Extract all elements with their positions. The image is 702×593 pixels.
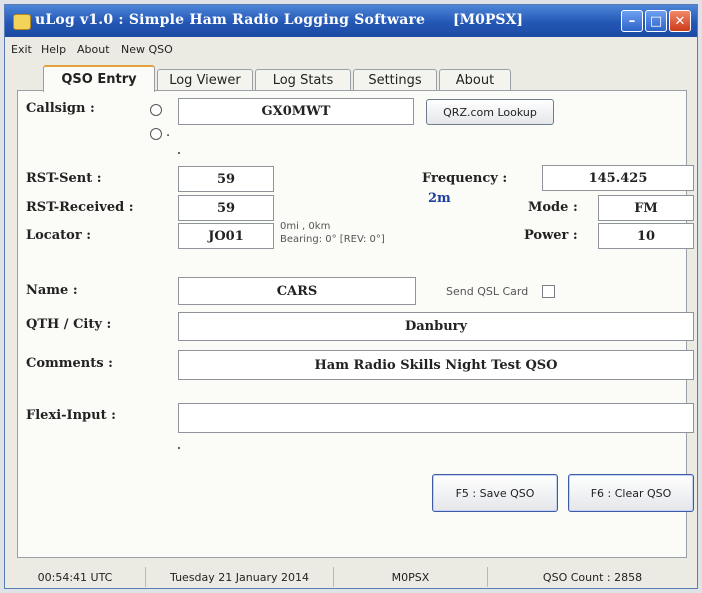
qso-entry-panel: Callsign : GX0MWT QRZ.com Lookup . RST-S…	[17, 90, 694, 558]
band-indicator: 2m	[428, 191, 451, 206]
distance-text: 0mi , 0km	[280, 221, 331, 232]
comments-input[interactable]: Ham Radio Skills Night Test QSO	[178, 350, 694, 380]
name-label: Name :	[26, 283, 78, 298]
qth-input[interactable]: Danbury	[178, 312, 694, 341]
locator-label: Locator :	[26, 228, 91, 243]
menu-help[interactable]: Help	[41, 43, 66, 56]
title-bar[interactable]: uLog v1.0 : Simple Ham Radio Logging Sof…	[5, 5, 697, 37]
menu-bar: Exit Help About New QSO	[5, 38, 697, 60]
flexi-input-label: Flexi-Input :	[26, 408, 116, 423]
status-bar: 00:54:41 UTC Tuesday 21 January 2014 M0P…	[5, 565, 697, 589]
send-qsl-checkbox[interactable]	[542, 285, 555, 298]
tab-log-stats[interactable]: Log Stats	[255, 69, 351, 91]
maximize-icon[interactable]: □	[645, 10, 667, 32]
save-qso-button[interactable]: F5 : Save QSO	[432, 474, 558, 512]
app-window: uLog v1.0 : Simple Ham Radio Logging Sof…	[4, 4, 698, 589]
tab-log-viewer[interactable]: Log Viewer	[157, 69, 253, 91]
menu-exit[interactable]: Exit	[11, 43, 32, 56]
rst-received-input[interactable]: 59	[178, 195, 274, 221]
frequency-label: Frequency :	[422, 171, 508, 186]
tab-strip: QSO Entry Log Viewer Log Stats Settings …	[5, 63, 697, 92]
callsign-radio-1[interactable]	[150, 104, 162, 116]
qth-label: QTH / City :	[26, 317, 112, 332]
bearing-text: Bearing: 0° [REV: 0°]	[280, 234, 385, 245]
separator-dot	[178, 152, 180, 154]
callsign-radio-2[interactable]	[150, 128, 162, 140]
power-label: Power :	[524, 228, 578, 243]
tab-about[interactable]: About	[439, 69, 511, 91]
mode-input[interactable]: FM	[598, 195, 694, 221]
menu-new-qso[interactable]: New QSO	[121, 43, 173, 56]
clear-qso-button[interactable]: F6 : Clear QSO	[568, 474, 694, 512]
window-callsign-tag: [M0PSX]	[453, 12, 523, 28]
window-title: uLog v1.0 : Simple Ham Radio Logging Sof…	[35, 12, 426, 28]
minimize-icon[interactable]: –	[621, 10, 643, 32]
callsign-input[interactable]: GX0MWT	[178, 98, 414, 125]
comments-label: Comments :	[26, 356, 113, 371]
separator-dot-2	[178, 447, 180, 449]
status-qso-count: QSO Count : 2858	[487, 567, 697, 587]
rst-sent-label: RST-Sent :	[26, 171, 102, 186]
menu-about[interactable]: About	[77, 43, 110, 56]
close-icon[interactable]: ✕	[669, 10, 691, 32]
flexi-input[interactable]	[178, 403, 694, 433]
qrz-lookup-button[interactable]: QRZ.com Lookup	[426, 99, 554, 125]
tab-settings[interactable]: Settings	[353, 69, 437, 91]
mode-label: Mode :	[528, 200, 578, 215]
callsign-label: Callsign :	[26, 101, 95, 116]
name-input[interactable]: CARS	[178, 277, 416, 305]
rst-received-label: RST-Received :	[26, 200, 134, 215]
radio-2-label: .	[166, 125, 171, 140]
frequency-input[interactable]: 145.425	[542, 165, 694, 191]
status-station: M0PSX	[333, 567, 487, 587]
status-date: Tuesday 21 January 2014	[145, 567, 333, 587]
rst-sent-input[interactable]: 59	[178, 166, 274, 192]
locator-input[interactable]: JO01	[178, 223, 274, 249]
app-icon	[13, 14, 31, 30]
status-time: 00:54:41 UTC	[37, 570, 113, 584]
tab-qso-entry[interactable]: QSO Entry	[43, 65, 155, 92]
power-input[interactable]: 10	[598, 223, 694, 249]
send-qsl-label: Send QSL Card	[446, 285, 529, 298]
